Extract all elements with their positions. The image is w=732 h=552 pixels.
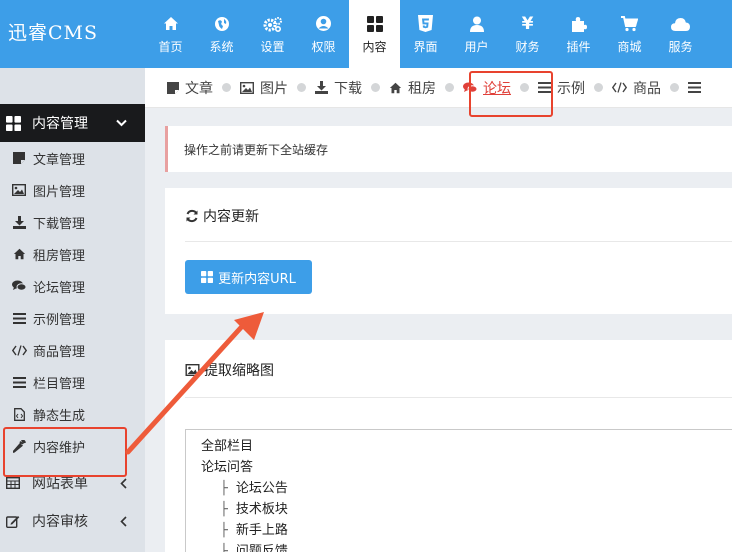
chevron-left-icon xyxy=(120,515,127,527)
tab-separator xyxy=(594,83,603,92)
app-logo[interactable]: 迅睿CMS xyxy=(8,18,98,45)
list-item[interactable]: 论坛问答 xyxy=(201,457,732,478)
sidebar-item-download[interactable]: 下载管理 xyxy=(0,206,145,238)
tab-separator xyxy=(520,83,529,92)
user-icon xyxy=(469,14,484,34)
list-item[interactable]: ├ 新手上路 xyxy=(201,520,732,541)
sidebar-item-image[interactable]: 图片管理 xyxy=(0,174,145,206)
tab-separator xyxy=(222,83,231,92)
sidebar-item-maintain[interactable]: 内容维护 xyxy=(0,430,145,462)
tab-forum[interactable]: 论坛 xyxy=(463,78,511,98)
puzzle-icon xyxy=(571,14,587,34)
category-select-list[interactable]: 全部栏目 论坛问答 ├ 论坛公告 ├ 技术板块 ├ 新手上路 ├ 问题反馈 xyxy=(185,429,732,552)
cloud-icon xyxy=(671,14,690,34)
list-icon xyxy=(11,312,27,324)
divider xyxy=(185,397,732,398)
content-update-panel: 内容更新 更新内容URL xyxy=(165,188,732,314)
html5-icon xyxy=(418,14,433,34)
sidebar-item-article[interactable]: 文章管理 xyxy=(0,142,145,174)
list-item[interactable]: ├ 技术板块 xyxy=(201,499,732,520)
gears-icon xyxy=(263,14,283,34)
home-icon xyxy=(389,82,402,94)
list-icon xyxy=(11,376,27,388)
download-icon xyxy=(315,81,328,94)
home-icon xyxy=(163,14,179,34)
tab-more[interactable] xyxy=(688,82,707,93)
top-nav: 首页 系统 设置 权限 内容 界面 用户 ¥ 财务 插件 商城 服务 xyxy=(145,0,706,68)
home-icon xyxy=(11,248,27,260)
tab-image[interactable]: 图片 xyxy=(240,78,288,98)
divider xyxy=(185,241,732,242)
tab-rent[interactable]: 租房 xyxy=(389,78,436,98)
tab-separator xyxy=(297,83,306,92)
topnav-users[interactable]: 用户 xyxy=(451,0,502,68)
user-circle-icon xyxy=(315,14,332,34)
topnav-interface[interactable]: 界面 xyxy=(400,0,451,68)
tab-download[interactable]: 下载 xyxy=(315,78,362,98)
list-item[interactable]: ├ 论坛公告 xyxy=(201,478,732,499)
table-icon xyxy=(6,477,24,489)
topnav-service[interactable]: 服务 xyxy=(655,0,706,68)
cache-notice: 操作之前请更新下全站缓存 xyxy=(165,126,732,172)
sidebar-item-category[interactable]: 栏目管理 xyxy=(0,366,145,398)
tab-separator xyxy=(371,83,380,92)
tab-goods[interactable]: 商品 xyxy=(612,78,661,98)
yen-icon: ¥ xyxy=(521,13,534,34)
code-icon xyxy=(612,82,627,93)
file-code-icon xyxy=(11,407,27,421)
comments-icon xyxy=(463,82,477,94)
list-icon xyxy=(688,82,701,93)
grid-icon xyxy=(366,14,383,34)
panel-title: 内容更新 xyxy=(185,206,259,226)
extract-thumb-panel: 提取缩略图 全部栏目 论坛问答 ├ 论坛公告 ├ 技术板块 ├ 新手上路 ├ 问题反馈 xyxy=(165,340,732,552)
update-content-url-button[interactable]: 更新内容URL xyxy=(185,260,312,294)
sidebar-item-example[interactable]: 示例管理 xyxy=(0,302,145,334)
sidebar-group-content-manage[interactable]: 内容管理 xyxy=(0,104,145,142)
code-icon xyxy=(11,344,27,356)
chevron-down-icon xyxy=(116,119,127,127)
list-item[interactable]: ├ 问题反馈 xyxy=(201,541,732,552)
cart-icon xyxy=(621,14,638,34)
grid-icon xyxy=(6,115,24,131)
grid-icon xyxy=(201,271,214,283)
topnav-shop[interactable]: 商城 xyxy=(604,0,655,68)
edit-icon xyxy=(6,515,24,528)
sidebar-group-forms[interactable]: 网站表单 xyxy=(0,464,145,502)
topnav-permission[interactable]: 权限 xyxy=(298,0,349,68)
image-icon xyxy=(11,184,27,196)
tab-separator xyxy=(445,83,454,92)
article-icon xyxy=(11,152,27,164)
top-navbar: 迅睿CMS 首页 系统 设置 权限 内容 界面 用户 ¥ 财务 插件 商城 服务 xyxy=(0,0,732,68)
topnav-finance[interactable]: ¥ 财务 xyxy=(502,0,553,68)
chevron-left-icon xyxy=(120,477,127,489)
tab-article[interactable]: 文章 xyxy=(167,78,213,98)
tab-separator xyxy=(670,83,679,92)
globe-icon xyxy=(214,14,230,34)
topnav-settings[interactable]: 设置 xyxy=(247,0,298,68)
sidebar: 内容管理 文章管理 图片管理 下载管理 租房管理 论坛管理 示例管理 商品管理 … xyxy=(0,68,145,552)
sidebar-item-rent[interactable]: 租房管理 xyxy=(0,238,145,270)
sidebar-item-static[interactable]: 静态生成 xyxy=(0,398,145,430)
image-icon xyxy=(240,81,254,94)
tab-example[interactable]: 示例 xyxy=(538,78,585,98)
list-item[interactable]: 全部栏目 xyxy=(201,436,732,457)
download-icon xyxy=(11,215,27,229)
topnav-system[interactable]: 系统 xyxy=(196,0,247,68)
wrench-icon xyxy=(11,439,27,453)
topnav-content[interactable]: 内容 xyxy=(349,0,400,68)
panel-title: 提取缩略图 xyxy=(185,360,274,380)
image-icon xyxy=(185,364,200,376)
sidebar-item-goods[interactable]: 商品管理 xyxy=(0,334,145,366)
sidebar-group-review[interactable]: 内容审核 xyxy=(0,502,145,540)
refresh-icon xyxy=(185,209,199,223)
comments-icon xyxy=(11,280,27,292)
topnav-plugins[interactable]: 插件 xyxy=(553,0,604,68)
sidebar-item-forum[interactable]: 论坛管理 xyxy=(0,270,145,302)
module-tabs: 文章 图片 下载 租房 论坛 示例 商品 xyxy=(145,68,732,108)
list-icon xyxy=(538,82,551,93)
article-icon xyxy=(167,81,179,94)
topnav-home[interactable]: 首页 xyxy=(145,0,196,68)
